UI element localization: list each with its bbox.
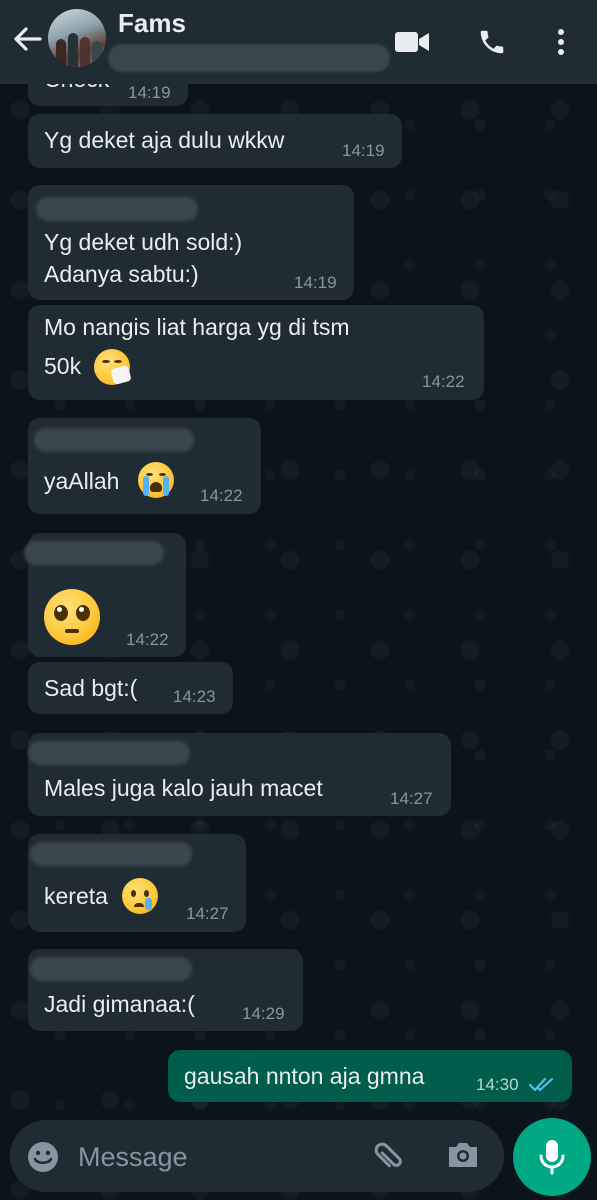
message-text-line: Adanya sabtu:): [44, 261, 199, 287]
message-time: 14:27: [390, 789, 433, 808]
message-time: 14:19: [342, 141, 385, 160]
message-time: 14:22: [200, 486, 243, 505]
redacted-sender-name: [30, 842, 192, 866]
loudly-crying-face-emoji: [138, 462, 174, 498]
sneezing-face-emoji: [94, 349, 132, 386]
group-avatar[interactable]: [48, 9, 106, 67]
message-composer: [10, 1120, 504, 1192]
message-text-line: 50k: [44, 353, 82, 379]
voice-call-icon[interactable]: [472, 22, 512, 62]
message-text: Jadi gimanaa:(: [44, 991, 195, 1017]
message-text: Sad bgt:(: [44, 675, 138, 701]
video-call-icon[interactable]: [392, 22, 432, 62]
back-arrow-icon[interactable]: [10, 22, 44, 56]
redacted-sender-name: [28, 741, 190, 765]
read-double-check-icon: [528, 1076, 556, 1099]
message-text: yaAllah: [44, 468, 120, 494]
message-bubble-incoming[interactable]: yaAllah 14:22: [28, 418, 261, 514]
message-bubble-incoming[interactable]: Sad bgt:( 14:23: [28, 662, 233, 714]
message-bubble-outgoing[interactable]: gausah nnton aja gmna 14:30: [168, 1050, 572, 1102]
message-time: 14:23: [173, 687, 216, 706]
camera-icon[interactable]: [446, 1140, 480, 1175]
message-text-line: Mo nangis liat harga yg di tsm: [44, 314, 350, 340]
redacted-sender-name: [36, 197, 198, 221]
mic-button[interactable]: [513, 1118, 591, 1196]
message-text: Yg deket aja dulu wkkw: [44, 127, 285, 153]
chat-header: Fams: [0, 0, 597, 84]
redacted-subtitle: [108, 44, 390, 72]
message-text: gausah nnton aja gmna: [184, 1063, 425, 1089]
message-input[interactable]: [76, 1136, 350, 1178]
message-time: 14:27: [186, 904, 229, 923]
message-text-line: Yg deket udh sold:): [44, 229, 243, 255]
message-bubble-incoming[interactable]: kereta 14:27: [28, 834, 246, 932]
message-time: 14:30: [476, 1075, 519, 1094]
message-bubble-incoming[interactable]: 14:22: [24, 533, 186, 657]
message-bubble-incoming[interactable]: Jadi gimanaa:( 14:29: [28, 949, 303, 1031]
more-options-icon[interactable]: [541, 22, 581, 62]
message-time: 14:19: [294, 273, 337, 292]
redacted-sender-name: [34, 428, 194, 452]
message-time: 14:19: [128, 83, 171, 102]
message-bubble-incoming[interactable]: Males juga kalo jauh macet 14:27: [28, 733, 451, 816]
crying-face-emoji: [122, 878, 158, 914]
redacted-sender-name: [30, 957, 192, 981]
message-time: 14:22: [126, 630, 169, 649]
message-time: 14:22: [422, 372, 465, 391]
message-time: 14:29: [242, 1004, 285, 1023]
mic-icon: [539, 1140, 565, 1175]
chat-title[interactable]: Fams: [118, 8, 186, 39]
pleading-face-emoji: [44, 589, 100, 645]
redacted-sender-name: [24, 541, 164, 565]
message-text: Males juga kalo jauh macet: [44, 775, 323, 801]
message-bubble-incoming[interactable]: Yg deket udh sold:) Adanya sabtu:) 14:19: [28, 185, 354, 300]
emoji-icon[interactable]: [26, 1140, 60, 1179]
message-text: kereta: [44, 883, 108, 909]
message-bubble-incoming[interactable]: Mo nangis liat harga yg di tsm 50k 14:22: [28, 305, 484, 400]
attach-icon[interactable]: [362, 1129, 419, 1186]
message-bubble-incoming[interactable]: Yg deket aja dulu wkkw 14:19: [28, 114, 402, 168]
